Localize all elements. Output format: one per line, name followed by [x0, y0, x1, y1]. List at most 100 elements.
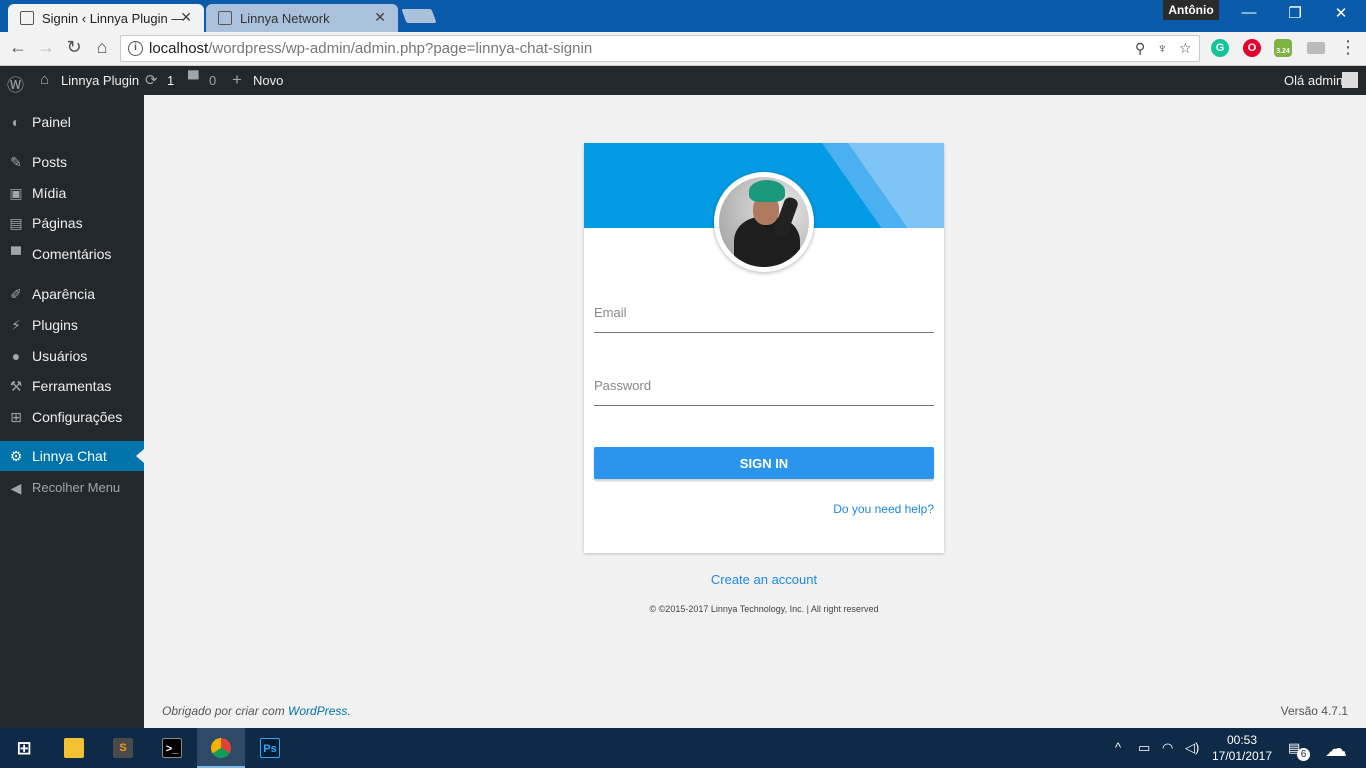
email-field[interactable]: [594, 293, 934, 333]
close-tab-icon[interactable]: ✕: [374, 9, 386, 26]
avatar[interactable]: [1342, 72, 1358, 88]
email-input[interactable]: [594, 293, 934, 331]
close-tab-icon[interactable]: ✕: [180, 9, 192, 26]
collapse-icon: ◀: [10, 480, 22, 496]
wp-admin-bar: Ⓦ ⌂ Linnya Plugin ⟳ 1 ▀ 0 + Novo Olá adm…: [0, 66, 1366, 95]
grammarly-icon[interactable]: G: [1211, 39, 1229, 57]
media-icon: ▣: [9, 185, 23, 201]
help-link[interactable]: Do you need help?: [833, 502, 934, 516]
wp-admin-sidebar: ◐ Painel ✎ Posts ▣ Mídia ▤ Páginas ▀ Comentár…: [0, 95, 144, 728]
gear-icon: ⚙: [9, 448, 23, 464]
wifi-icon[interactable]: ◠: [1162, 740, 1173, 756]
bookmark-star-icon[interactable]: ☆: [1179, 40, 1192, 57]
new-tab-button[interactable]: [401, 9, 437, 23]
sidebar-item-usuarios[interactable]: ● Usuários: [0, 341, 144, 371]
sidebar-item-painel[interactable]: ◐ Painel: [0, 107, 144, 137]
windows-logo-icon: ⊞: [16, 738, 32, 758]
address-bar[interactable]: i localhost/wordpress/wp-admin/admin.php…: [120, 35, 1200, 62]
sidebar-item-label: Linnya Chat: [32, 448, 107, 464]
pin-icon[interactable]: ♆: [1157, 40, 1168, 56]
forward-icon[interactable]: →: [34, 37, 58, 58]
sublime-text-icon[interactable]: S: [99, 728, 147, 768]
password-input[interactable]: [594, 366, 934, 404]
volume-icon[interactable]: ◁): [1185, 740, 1199, 756]
clock-date: 17/01/2017: [1211, 749, 1273, 763]
sidebar-item-label: Painel: [32, 114, 71, 130]
copyright-text: © ©2015-2017 Linnya Technology, Inc. | A…: [649, 604, 879, 614]
wordpress-link[interactable]: WordPress: [288, 704, 347, 718]
sidebar-item-midia[interactable]: ▣ Mídia: [0, 178, 144, 208]
back-icon[interactable]: ←: [6, 37, 30, 58]
collapse-menu-button[interactable]: ◀ Recolher Menu: [0, 473, 144, 503]
settings-icon: ⊞: [10, 409, 22, 425]
users-icon: ●: [11, 348, 21, 364]
comments-count[interactable]: 0: [209, 73, 216, 88]
sidebar-item-paginas[interactable]: ▤ Páginas: [0, 208, 144, 238]
sidebar-item-linnya-chat[interactable]: ⚙ Linnya Chat: [0, 441, 144, 471]
browser-toolbar: ← → ↻ ⌂ i localhost/wordpress/wp-admin/a…: [0, 32, 1366, 66]
sidebar-item-posts[interactable]: ✎ Posts: [0, 147, 144, 177]
create-account-link[interactable]: Create an account: [584, 572, 944, 587]
password-field[interactable]: [594, 366, 934, 406]
pin-icon: ✎: [10, 154, 22, 170]
sidebar-item-label: Comentários: [32, 246, 112, 262]
site-info-icon[interactable]: i: [128, 41, 143, 56]
page-favicon-icon: [20, 11, 34, 25]
sidebar-item-label: Configurações: [32, 409, 123, 425]
sidebar-item-plugins[interactable]: ⚡ Plugins: [0, 310, 144, 340]
profile-photo: [719, 177, 809, 267]
tab-signin[interactable]: Signin ‹ Linnya Plugin — ✕: [8, 4, 204, 32]
battery-icon[interactable]: ▭: [1138, 740, 1150, 756]
sidebar-item-ferramentas[interactable]: ⚒ Ferramentas: [0, 371, 144, 401]
chrome-icon[interactable]: [197, 728, 245, 768]
extension-icon[interactable]: [1307, 42, 1325, 54]
browser-profile[interactable]: Antônio: [1163, 0, 1219, 20]
start-button[interactable]: ⊞: [0, 728, 48, 768]
sidebar-item-label: Posts: [32, 154, 68, 170]
signin-button[interactable]: SIGN IN: [594, 447, 934, 479]
cloud-icon[interactable]: ☁: [1325, 736, 1347, 762]
sidebar-item-label: Mídia: [32, 185, 67, 201]
footer-thanks-suffix: .: [347, 704, 351, 718]
zoom-icon[interactable]: ⚲: [1135, 40, 1145, 57]
restore-icon[interactable]: ❐: [1272, 4, 1318, 22]
site-name-link[interactable]: Linnya Plugin: [61, 73, 139, 88]
dashboard-icon: ◐: [11, 114, 21, 130]
tab-linnya-network[interactable]: Linnya Network ✕: [206, 4, 398, 32]
tray-chevron-icon[interactable]: ^: [1115, 740, 1121, 755]
system-clock[interactable]: 00:53 17/01/2017: [1210, 732, 1274, 764]
footer-thanks-text: Obrigado por criar com: [162, 704, 289, 718]
file-explorer-icon[interactable]: [50, 728, 98, 768]
plus-icon: +: [232, 70, 242, 89]
footer-thanks: Obrigado por criar com WordPress.: [162, 704, 351, 718]
clock-time: 00:53: [1226, 733, 1258, 747]
notification-count: 6: [1297, 748, 1310, 761]
account-greeting[interactable]: Olá admin: [1284, 73, 1343, 88]
opera-icon[interactable]: O: [1243, 39, 1261, 57]
profile-avatar: [714, 172, 814, 272]
updates-count[interactable]: 1: [167, 73, 174, 88]
tab-title: Linnya Network: [240, 11, 330, 26]
sidebar-item-label: Usuários: [32, 348, 88, 364]
reload-icon[interactable]: ↻: [62, 37, 86, 58]
android-badge-icon[interactable]: 3.24: [1274, 39, 1292, 57]
home-icon[interactable]: ⌂: [90, 37, 114, 58]
minimize-icon[interactable]: —: [1226, 4, 1272, 21]
menu-kebab-icon[interactable]: ⋮: [1336, 37, 1360, 58]
new-content-link[interactable]: Novo: [253, 73, 283, 88]
wordpress-logo-icon[interactable]: Ⓦ: [7, 71, 24, 96]
sidebar-item-aparencia[interactable]: ✐ Aparência: [0, 279, 144, 309]
comments-icon: ▀: [188, 71, 199, 88]
wrench-icon: ⚒: [9, 378, 23, 394]
signin-card: SIGN IN Do you need help?: [584, 143, 944, 553]
browser-tabstrip: Signin ‹ Linnya Plugin — ✕ Linnya Networ…: [0, 0, 1366, 32]
sidebar-item-configuracoes[interactable]: ⊞ Configurações: [0, 402, 144, 432]
photoshop-icon[interactable]: Ps: [246, 728, 294, 768]
plugin-icon: ⚡: [11, 317, 21, 333]
terminal-icon[interactable]: >_: [148, 728, 196, 768]
home-icon: ⌂: [40, 71, 50, 88]
updates-icon: ⟳: [145, 72, 158, 89]
sidebar-item-label: Páginas: [32, 215, 83, 231]
sidebar-item-comentarios[interactable]: ▀ Comentários: [0, 239, 144, 269]
close-window-icon[interactable]: ✕: [1318, 4, 1364, 22]
